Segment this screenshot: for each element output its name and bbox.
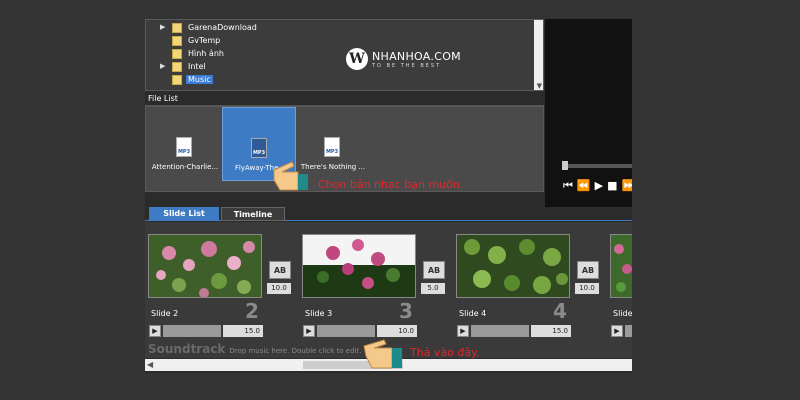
preview-progress-bar[interactable] bbox=[563, 164, 632, 168]
mp3-file-icon: MP3 bbox=[251, 138, 267, 158]
play-icon[interactable]: ▶ bbox=[149, 325, 161, 337]
tree-item-music[interactable]: Music bbox=[172, 73, 213, 86]
slide-label: Slide 2 bbox=[151, 309, 179, 318]
transition-duration[interactable]: 10.0 bbox=[267, 283, 291, 294]
slide-thumbnail[interactable] bbox=[610, 234, 632, 298]
photo-slideshow-window: ▶ GarenaDownload GvTemp Hình ảnh ▶ Intel… bbox=[145, 19, 632, 373]
folder-icon bbox=[172, 22, 182, 33]
folder-icon bbox=[172, 35, 182, 46]
mp3-file-icon: MP3 bbox=[324, 137, 340, 157]
file-name: Attention-Charlie... bbox=[151, 163, 219, 171]
slide-duration-bar[interactable] bbox=[471, 325, 529, 337]
play-icon[interactable]: ▶ bbox=[457, 325, 469, 337]
slide-thumbnail[interactable] bbox=[148, 234, 262, 298]
tree-item-intel[interactable]: ▶ Intel bbox=[160, 60, 208, 73]
slide-label: Slide 4 bbox=[459, 309, 487, 318]
slide-item[interactable]: Slide 2 2 ▶ 15.0 AB 10.0 bbox=[145, 231, 293, 338]
mp3-file-icon: MP3 bbox=[176, 137, 192, 157]
soundtrack-label: Soundtrack bbox=[148, 342, 226, 356]
watermark-name: NHANHOA.COM bbox=[372, 49, 461, 63]
tree-item-gvtemp[interactable]: GvTemp bbox=[172, 34, 222, 47]
slide-thumbnail[interactable] bbox=[456, 234, 570, 298]
annotation-drop-here: Thả vào đây. bbox=[410, 346, 480, 359]
preview-seek-handle[interactable] bbox=[562, 161, 568, 170]
slide-duration-bar[interactable] bbox=[625, 325, 632, 337]
folder-icon bbox=[172, 48, 182, 59]
transition-icon[interactable]: AB bbox=[423, 261, 445, 279]
watermark: W NHANHOA.COM TO BE THE BEST bbox=[346, 48, 461, 70]
watermark-logo: W bbox=[346, 48, 368, 70]
slide-label: Slide bbox=[613, 309, 632, 318]
tab-slide-list[interactable]: Slide List bbox=[149, 207, 219, 221]
slide-number: 3 bbox=[399, 299, 413, 323]
file-list-title: File List bbox=[148, 94, 178, 103]
slide-item[interactable]: Slide 4 4 ▶ 15.0 AB 10.0 bbox=[453, 231, 601, 338]
transition-icon[interactable]: AB bbox=[269, 261, 291, 279]
pointing-hand-icon bbox=[363, 339, 402, 369]
tree-scrollbar[interactable]: ▼ bbox=[534, 20, 543, 90]
slide-thumbnail[interactable] bbox=[302, 234, 416, 298]
tree-item-hinh-anh[interactable]: Hình ảnh bbox=[172, 47, 226, 60]
slide-item[interactable]: Slide 3 3 ▶ 10.0 AB 5.0 bbox=[299, 231, 447, 338]
preview-controls: ⏮ ⏪ ▶ ■ ⏩ bbox=[563, 179, 632, 193]
fast-forward-icon[interactable]: ⏩ bbox=[621, 179, 632, 193]
slide-item[interactable]: Slide ▶ bbox=[607, 231, 632, 338]
slide-duration-bar[interactable] bbox=[163, 325, 221, 337]
tree-item-garenadownload[interactable]: ▶ GarenaDownload bbox=[160, 21, 259, 34]
expand-arrow-icon[interactable]: ▶ bbox=[160, 62, 165, 70]
skip-back-icon[interactable]: ⏮ bbox=[563, 179, 573, 193]
folder-icon bbox=[172, 74, 182, 85]
tab-bar: Slide List Timeline bbox=[145, 207, 632, 221]
play-icon[interactable]: ▶ bbox=[595, 179, 603, 193]
preview-panel: ⏮ ⏪ ▶ ■ ⏩ bbox=[545, 19, 632, 209]
slide-number: 4 bbox=[553, 299, 567, 323]
slide-duration[interactable]: 15.0 bbox=[531, 325, 571, 337]
tab-timeline[interactable]: Timeline bbox=[221, 207, 285, 221]
transition-duration[interactable]: 10.0 bbox=[575, 283, 599, 294]
slide-duration[interactable]: 15.0 bbox=[223, 325, 263, 337]
folder-tree[interactable]: ▶ GarenaDownload GvTemp Hình ảnh ▶ Intel… bbox=[145, 19, 544, 91]
soundtrack-hint: Drop music here. Double click to edit. bbox=[229, 347, 362, 355]
slide-number: 2 bbox=[245, 299, 259, 323]
folder-icon bbox=[172, 61, 182, 72]
play-icon[interactable]: ▶ bbox=[303, 325, 315, 337]
file-item[interactable]: MP3 Attention-Charlie... bbox=[148, 107, 222, 181]
transition-icon[interactable]: AB bbox=[577, 261, 599, 279]
soundtrack-area[interactable]: Soundtrack Drop music here. Double click… bbox=[148, 342, 361, 356]
rewind-icon[interactable]: ⏪ bbox=[577, 179, 591, 193]
transition-duration[interactable]: 5.0 bbox=[421, 283, 445, 294]
pointing-hand-icon bbox=[273, 161, 308, 191]
watermark-tagline: TO BE THE BEST bbox=[372, 62, 442, 69]
file-list-header: File List bbox=[145, 92, 544, 106]
scroll-left-icon[interactable]: ◀ bbox=[147, 359, 153, 371]
annotation-choose-music: Chọn bản nhạc bạn muốn. bbox=[318, 178, 464, 191]
expand-arrow-icon[interactable]: ▶ bbox=[160, 23, 165, 31]
stop-icon[interactable]: ■ bbox=[607, 179, 617, 193]
slide-label: Slide 3 bbox=[305, 309, 333, 318]
scroll-down-icon[interactable]: ▼ bbox=[537, 82, 542, 90]
play-icon[interactable]: ▶ bbox=[611, 325, 623, 337]
